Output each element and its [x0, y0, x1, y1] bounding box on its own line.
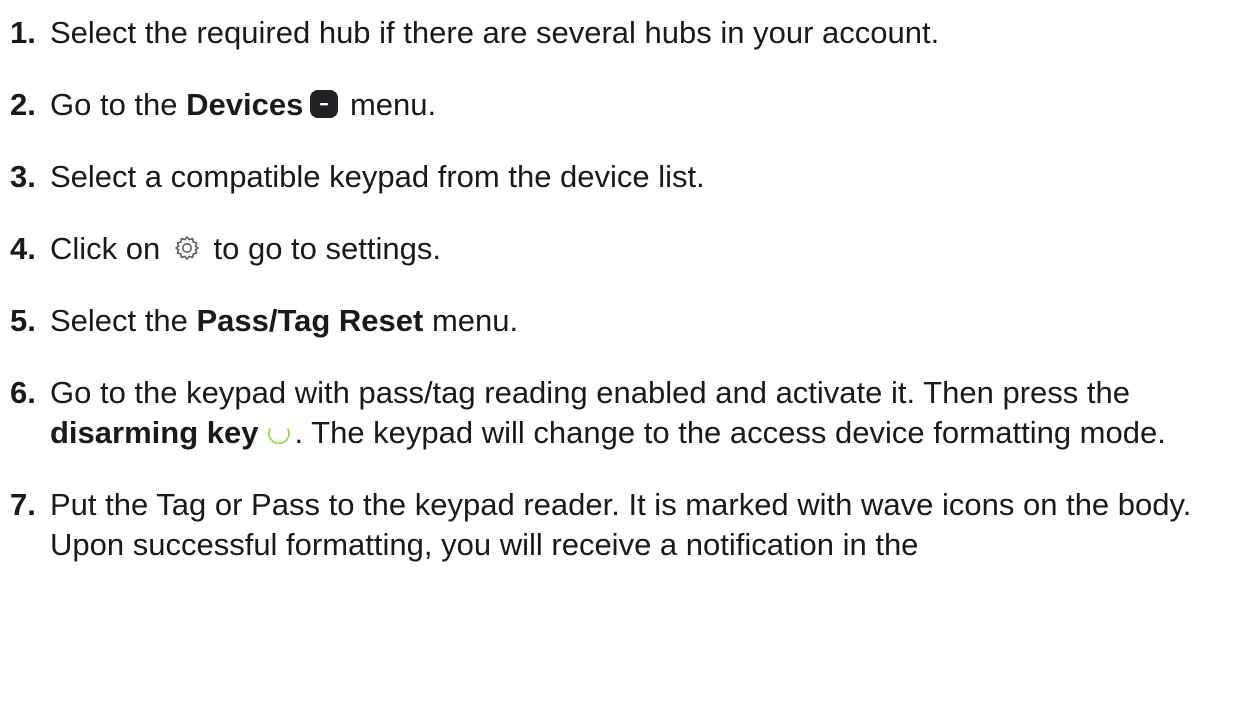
- step-text-post: menu.: [423, 303, 519, 338]
- step-text-pre: Click on: [50, 231, 169, 266]
- step-text-pre: Go to the keypad with pass/tag reading e…: [50, 375, 1130, 410]
- disarming-key-label: disarming key: [50, 415, 259, 450]
- step-text-pre: Select the: [50, 303, 197, 338]
- step-number: 1.: [10, 15, 36, 50]
- step-text: Put the Tag or Pass to the keypad reader…: [50, 487, 1192, 562]
- step-text-post: to go to settings.: [204, 231, 441, 266]
- disarm-key-icon: [264, 417, 294, 447]
- step-text: Select a compatible keypad from the devi…: [50, 159, 705, 194]
- step-text-post: menu.: [341, 87, 437, 122]
- instruction-list: 1. Select the required hub if there are …: [10, 13, 1250, 597]
- step-5: 5. Select the Pass/Tag Reset menu.: [10, 301, 1250, 341]
- gear-icon: [173, 234, 201, 262]
- step-text-post: . The keypad will change to the access d…: [294, 415, 1166, 450]
- step-number: 5.: [10, 303, 36, 338]
- step-1: 1. Select the required hub if there are …: [10, 13, 1250, 53]
- devices-menu-icon: [309, 89, 339, 119]
- step-number: 3.: [10, 159, 36, 194]
- step-text-pre: Go to the: [50, 87, 187, 122]
- devices-menu-label: Devices: [186, 87, 304, 122]
- step-number: 6.: [10, 375, 36, 410]
- step-2: 2. Go to the Devices menu.: [10, 85, 1250, 125]
- step-7: 7. Put the Tag or Pass to the keypad rea…: [10, 485, 1250, 565]
- step-number: 7.: [10, 487, 36, 522]
- step-number: 2.: [10, 87, 36, 122]
- pass-tag-reset-label: Pass/Tag Reset: [196, 303, 424, 338]
- step-3: 3. Select a compatible keypad from the d…: [10, 157, 1250, 197]
- step-4: 4. Click on to go to settings.: [10, 229, 1250, 269]
- step-text: Select the required hub if there are sev…: [50, 15, 940, 50]
- step-number: 4.: [10, 231, 36, 266]
- step-6: 6. Go to the keypad with pass/tag readin…: [10, 373, 1250, 453]
